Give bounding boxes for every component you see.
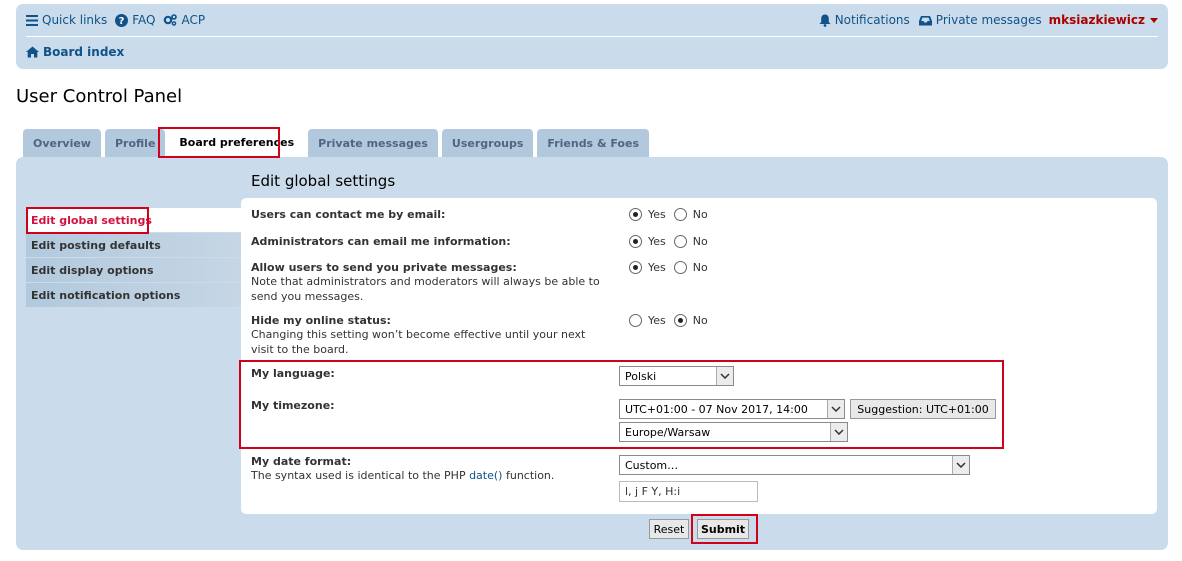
radio-no-label: No	[692, 261, 708, 274]
radio-yes-label: Yes	[648, 208, 666, 221]
radio-yes-label: Yes	[648, 314, 666, 327]
faq-label: FAQ	[132, 13, 156, 27]
date-format-select-value: Custom…	[625, 458, 679, 472]
setting-allow-pm: Allow users to send you private messages…	[251, 261, 1147, 304]
tab-friends-foes[interactable]: Friends & Foes	[537, 129, 649, 157]
bell-icon	[819, 14, 831, 27]
breadcrumb: Board index	[26, 45, 124, 59]
radio-unchecked[interactable]	[673, 235, 687, 248]
radio-unchecked[interactable]	[673, 208, 687, 221]
private-messages-label: Private messages	[935, 13, 1042, 27]
quick-links-label: Quick links	[42, 13, 108, 27]
setting-contact-email: Users can contact me by email: Yes No	[251, 208, 1147, 221]
hide-online-yes[interactable]: Yes	[629, 314, 666, 327]
setting-hide-online: Hide my online status: Changing this set…	[251, 314, 1147, 357]
username-label: mksiazkiewicz	[1048, 13, 1145, 27]
caret-down-icon	[1150, 17, 1158, 23]
settings-form: Users can contact me by email: Yes No Ad…	[241, 198, 1157, 514]
navbar-top: Quick links ? FAQ ACP Notifications Priv…	[26, 4, 1158, 37]
contact-email-no[interactable]: No	[673, 208, 708, 221]
tab-usergroups[interactable]: Usergroups	[441, 129, 534, 157]
admin-email-options: Yes No	[629, 235, 716, 248]
gears-icon	[164, 14, 178, 26]
notifications-link[interactable]: Notifications	[819, 13, 910, 27]
hamburger-icon	[26, 14, 38, 26]
hide-online-options: Yes No	[629, 314, 716, 327]
language-value: Polski	[625, 369, 657, 383]
tab-private-messages[interactable]: Private messages	[308, 129, 438, 157]
notifications-label: Notifications	[834, 13, 910, 27]
contact-email-options: Yes No	[629, 208, 716, 221]
radio-checked[interactable]	[673, 314, 687, 327]
home-icon	[26, 46, 39, 58]
page-title: User Control Panel	[16, 86, 183, 107]
contact-email-yes[interactable]: Yes	[629, 208, 666, 221]
chevron-down-icon	[827, 400, 844, 418]
nav-left: Quick links ? FAQ ACP	[26, 13, 213, 27]
allow-pm-options: Yes No	[629, 261, 716, 274]
sidebar-item-posting-defaults[interactable]: Edit posting defaults	[26, 233, 241, 257]
radio-yes-label: Yes	[648, 235, 666, 248]
radio-unchecked[interactable]	[629, 314, 642, 327]
svg-text:?: ?	[119, 16, 125, 27]
reset-button[interactable]: Reset	[649, 519, 689, 539]
radio-no-label: No	[692, 314, 708, 327]
sidebar-item-notification-options[interactable]: Edit notification options	[26, 283, 241, 307]
radio-unchecked[interactable]	[673, 261, 687, 274]
tab-profile[interactable]: Profile	[104, 129, 166, 157]
sidebar-item-global-settings[interactable]: Edit global settings	[26, 208, 241, 232]
sidebar-item-display-options[interactable]: Edit display options	[26, 258, 241, 282]
date-format-select[interactable]: Custom…	[619, 455, 970, 475]
radio-no-label: No	[692, 235, 708, 248]
tab-board-preferences[interactable]: Board preferences	[169, 128, 305, 157]
radio-no-label: No	[692, 208, 708, 221]
submit-button[interactable]: Submit	[697, 519, 749, 539]
navbar: Quick links ? FAQ ACP Notifications Priv…	[16, 4, 1168, 69]
acp-link[interactable]: ACP	[163, 13, 205, 27]
radio-checked[interactable]	[629, 208, 642, 221]
php-date-link[interactable]: date()	[469, 469, 502, 482]
radio-yes-label: Yes	[648, 261, 666, 274]
timezone-zone-select[interactable]: Europe/Warsaw	[619, 422, 848, 442]
board-index-label: Board index	[43, 45, 125, 59]
hide-online-explain: Changing this setting won’t become effec…	[251, 328, 586, 356]
faq-link[interactable]: ? FAQ	[115, 13, 155, 27]
date-format-custom-input[interactable]: l, j F Y, H:i	[619, 481, 758, 502]
chevron-down-icon	[952, 456, 969, 474]
acp-label: ACP	[181, 13, 206, 27]
chevron-down-icon	[830, 423, 847, 441]
chevron-down-icon	[716, 367, 733, 385]
admin-email-yes[interactable]: Yes	[629, 235, 666, 248]
admin-email-no[interactable]: No	[673, 235, 708, 248]
section-title: Edit global settings	[251, 172, 396, 190]
date-format-explain-suffix: function.	[505, 469, 555, 482]
date-format-explain-prefix: The syntax used is identical to the PHP	[251, 469, 466, 482]
allow-pm-yes[interactable]: Yes	[629, 261, 666, 274]
ucp-tabs: Overview Profile Board preferences Priva…	[23, 128, 653, 157]
timezone-suggestion-button[interactable]: Suggestion: UTC+01:00	[850, 399, 996, 419]
sidebar-menu: Edit global settings Edit posting defaul…	[26, 208, 241, 308]
nav-right: Notifications Private messages mksiazkie…	[810, 13, 1158, 27]
question-circle-icon: ?	[115, 13, 129, 27]
timezone-zone-value: Europe/Warsaw	[625, 425, 711, 439]
radio-checked[interactable]	[629, 235, 642, 248]
radio-checked[interactable]	[629, 261, 642, 274]
timezone-date-select[interactable]: UTC+01:00 - 07 Nov 2017, 14:00	[619, 399, 845, 419]
allow-pm-no[interactable]: No	[673, 261, 708, 274]
hide-online-no[interactable]: No	[673, 314, 708, 327]
board-index-link[interactable]: Board index	[26, 45, 124, 59]
timezone-date-value: UTC+01:00 - 07 Nov 2017, 14:00	[625, 402, 808, 416]
setting-admin-email: Administrators can email me information:…	[251, 235, 1147, 248]
inbox-icon	[918, 15, 932, 25]
private-messages-link[interactable]: Private messages	[918, 13, 1042, 27]
language-select[interactable]: Polski	[619, 366, 734, 386]
quick-links-link[interactable]: Quick links	[26, 13, 107, 27]
ucp-panel: Edit global settings Edit global setting…	[16, 157, 1168, 550]
username-menu[interactable]: mksiazkiewicz	[1049, 13, 1158, 27]
tab-overview[interactable]: Overview	[23, 129, 101, 157]
allow-pm-explain: Note that administrators and moderators …	[251, 275, 600, 303]
